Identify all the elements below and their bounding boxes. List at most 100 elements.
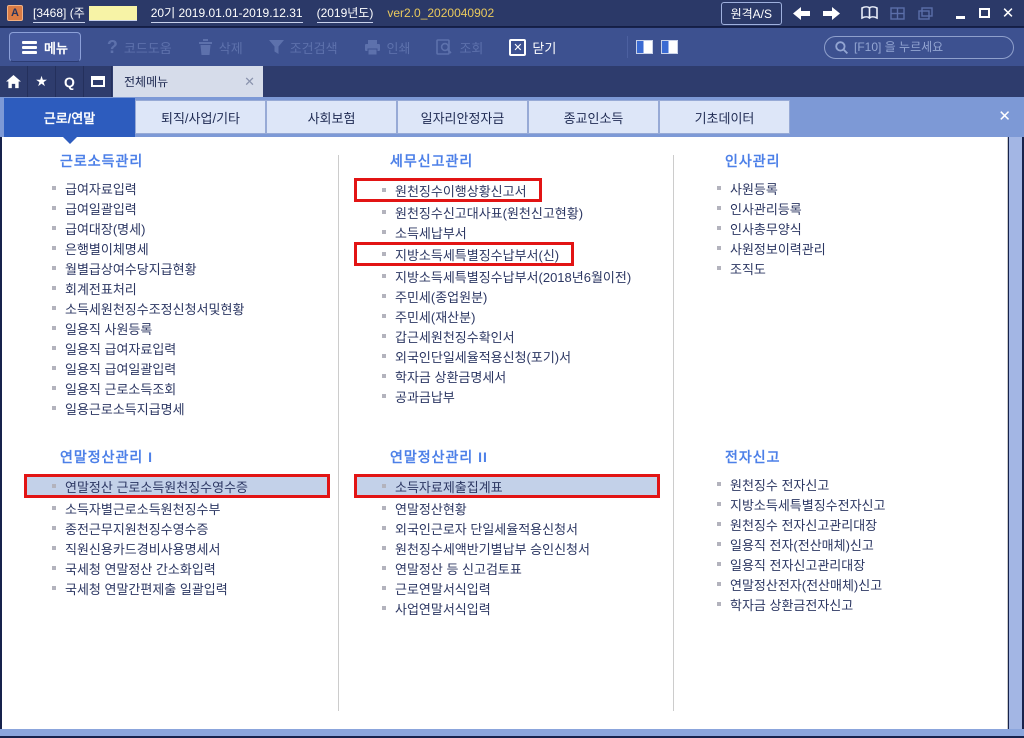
- document-tab-strip: ★ Q 전체메뉴 ✕: [0, 66, 1024, 97]
- menu-item[interactable]: 회계전표처리: [32, 278, 332, 298]
- menu-item-label: 일용직 사원등록: [65, 321, 153, 337]
- nav-forward-icon[interactable]: [820, 5, 842, 21]
- menu-item[interactable]: 학자금 상환금전자신고: [697, 594, 997, 614]
- calendar-icon[interactable]: [84, 66, 112, 97]
- menu-item[interactable]: 조직도: [697, 258, 997, 278]
- menu-item[interactable]: 주민세(재산분): [362, 306, 662, 326]
- category-tab-retirement[interactable]: 퇴직/사업/기타: [135, 100, 266, 134]
- bullet-icon: [52, 326, 56, 330]
- menu-button-label: 메뉴: [44, 40, 68, 56]
- menu-item-label: 종전근무지원천징수영수증: [65, 521, 209, 537]
- bullet-icon: [52, 566, 56, 570]
- menu-item[interactable]: 외국인근로자 단일세율적용신청서: [362, 518, 662, 538]
- menu-item[interactable]: 지방소득세특별징수납부서(신): [354, 242, 575, 266]
- close-label: 닫기: [532, 40, 557, 56]
- category-tab-social-insurance[interactable]: 사회보험: [266, 100, 397, 134]
- menu-item[interactable]: 지방소득세특별징수납부서(2018년6월이전): [362, 266, 662, 286]
- menu-item[interactable]: 원천징수 전자신고: [697, 474, 997, 494]
- menu-item[interactable]: 연말정산 등 신고검토표: [362, 558, 662, 578]
- home-icon[interactable]: [0, 66, 28, 97]
- menu-item[interactable]: 소득세납부서: [362, 222, 662, 242]
- menu-item[interactable]: 소득세원천징수조정신청서및현황: [32, 298, 332, 318]
- menu-item[interactable]: 학자금 상환금명세서: [362, 366, 662, 386]
- menu-item[interactable]: 지방소득세특별징수전자신고: [697, 494, 997, 514]
- menu-item[interactable]: 연말정산 근로소득원천징수영수증: [24, 474, 330, 498]
- inquiry-button[interactable]: 조회: [436, 38, 483, 57]
- menu-item[interactable]: 급여일괄입력: [32, 198, 332, 218]
- minimize-button[interactable]: [950, 5, 970, 21]
- menu-item[interactable]: 국세청 연말간편제출 일괄입력: [32, 578, 332, 598]
- category-tab-payroll[interactable]: 근로/연말: [4, 98, 135, 137]
- book-icon[interactable]: [858, 5, 880, 21]
- q-icon[interactable]: Q: [56, 66, 84, 97]
- menu-item[interactable]: 사원정보이력관리: [697, 238, 997, 258]
- layout-panel-right-icon[interactable]: [660, 40, 678, 54]
- menu-item[interactable]: 소득자별근로소득원천징수부: [32, 498, 332, 518]
- close-screen-button[interactable]: ✕ 닫기: [509, 38, 556, 57]
- nav-back-icon[interactable]: [790, 5, 812, 21]
- menu-item[interactable]: 공과금납부: [362, 386, 662, 406]
- maximize-button[interactable]: [974, 5, 994, 21]
- menu-item[interactable]: 월별급상여수당지급현황: [32, 258, 332, 278]
- menu-item[interactable]: 종전근무지원천징수영수증: [32, 518, 332, 538]
- category-tab-base-data[interactable]: 기초데이터: [659, 100, 790, 134]
- code-help-button[interactable]: ? 코드도움: [107, 37, 172, 58]
- grid-view-icon[interactable]: [886, 5, 908, 21]
- minimize-icon: [955, 15, 965, 19]
- category-tab-religious-income[interactable]: 종교인소득: [528, 100, 659, 134]
- bullet-icon: [382, 586, 386, 590]
- menu-item[interactable]: 원천징수신고대사표(원천신고현황): [362, 202, 662, 222]
- layout-panel-left-icon[interactable]: [635, 40, 653, 54]
- menu-item[interactable]: 연말정산현황: [362, 498, 662, 518]
- print-button[interactable]: 인쇄: [364, 38, 411, 57]
- menu-item[interactable]: 원천징수 전자신고관리대장: [697, 514, 997, 534]
- tab-full-menu[interactable]: 전체메뉴 ✕: [113, 66, 263, 97]
- cascade-windows-icon[interactable]: [914, 5, 936, 21]
- menu-item[interactable]: 일용직 근로소득조회: [32, 378, 332, 398]
- menu-button[interactable]: 메뉴: [9, 32, 81, 62]
- menu-item[interactable]: 근로연말서식입력: [362, 578, 662, 598]
- menu-item[interactable]: 사업연말서식입력: [362, 598, 662, 618]
- menu-item[interactable]: 급여자료입력: [32, 178, 332, 198]
- menu-item[interactable]: 사원등록: [697, 178, 997, 198]
- search-input[interactable]: [853, 40, 1003, 54]
- star-icon[interactable]: ★: [28, 66, 56, 97]
- category-tab-job-stability[interactable]: 일자리안정자금: [397, 100, 528, 134]
- menu-item[interactable]: 외국인단일세율적용신청(포기)서: [362, 346, 662, 366]
- menu-item[interactable]: 갑근세원천징수확인서: [362, 326, 662, 346]
- menu-item[interactable]: 원천징수세액반기별납부 승인신청서: [362, 538, 662, 558]
- close-window-button[interactable]: ✕: [998, 5, 1018, 22]
- menu-item[interactable]: 원천징수이행상황신고서: [354, 178, 542, 202]
- remote-as-button[interactable]: 원격A/S: [720, 1, 782, 25]
- menu-item[interactable]: 국세청 연말정산 간소화입력: [32, 558, 332, 578]
- menu-item[interactable]: 직원신용카드경비사용명세서: [32, 538, 332, 558]
- menu-item[interactable]: 인사관리등록: [697, 198, 997, 218]
- menu-item-label: 지방소득세특별징수납부서(2018년6월이전): [395, 269, 632, 285]
- bullet-icon: [52, 286, 56, 290]
- section-tax-filing: 세무신고관리 원천징수이행상황신고서 원천징수신고대사표(원천신고현황) 소득세납부…: [354, 151, 662, 406]
- category-close-icon[interactable]: ✕: [998, 107, 1011, 125]
- tab-close-icon[interactable]: ✕: [244, 74, 255, 90]
- menu-item[interactable]: 일용근로소득지급명세: [32, 398, 332, 418]
- condition-search-button[interactable]: 조건검색: [268, 38, 338, 57]
- menu-item[interactable]: 일용직 사원등록: [32, 318, 332, 338]
- bullet-icon: [717, 602, 721, 606]
- menu-item-label: 원천징수이행상황신고서: [395, 183, 527, 199]
- menu-item[interactable]: 주민세(종업원분): [362, 286, 662, 306]
- menu-item[interactable]: 소득자료제출집계표: [354, 474, 660, 498]
- menu-item[interactable]: 일용직 전자(전산매체)신고: [697, 534, 997, 554]
- delete-button[interactable]: 삭제: [198, 38, 243, 57]
- bullet-icon: [52, 206, 56, 210]
- bullet-icon: [52, 386, 56, 390]
- print-label: 인쇄: [386, 40, 411, 56]
- quick-search-box[interactable]: [823, 35, 1014, 59]
- menu-item[interactable]: 인사총무양식: [697, 218, 997, 238]
- menu-item[interactable]: 일용직 급여자료입력: [32, 338, 332, 358]
- menu-item[interactable]: 연말정산전자(전산매체)신고: [697, 574, 997, 594]
- menu-item-label: 원천징수신고대사표(원천신고현황): [395, 205, 584, 221]
- menu-item[interactable]: 일용직 전자신고관리대장: [697, 554, 997, 574]
- menu-item[interactable]: 은행별이체명세: [32, 238, 332, 258]
- menu-item[interactable]: 급여대장(명세): [32, 218, 332, 238]
- menu-item[interactable]: 일용직 급여일괄입력: [32, 358, 332, 378]
- search-doc-icon: [436, 39, 453, 55]
